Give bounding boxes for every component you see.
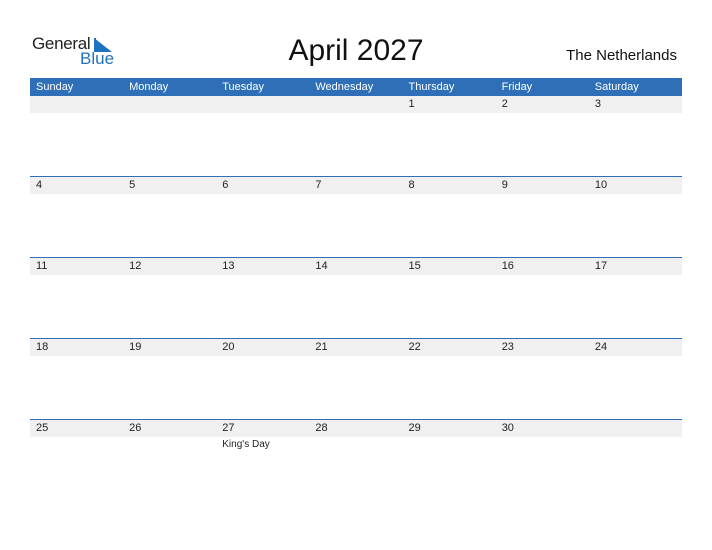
day-cell: 18 [30,339,123,420]
week-row: 18 19 20 21 22 23 24 [30,338,682,420]
day-number: 30 [501,422,514,434]
day-number: 5 [129,179,136,191]
day-number: 9 [501,179,508,191]
day-cell [216,96,309,177]
day-number: 15 [408,260,421,272]
day-number: 13 [222,260,235,272]
day-number: 26 [129,422,142,434]
day-number: 29 [408,422,421,434]
day-cell [123,96,216,177]
day-cell: 9 [496,177,589,258]
day-cell: 22 [403,339,496,420]
day-cell: 5 [123,177,216,258]
day-number: 1 [408,98,415,110]
day-number: 10 [594,179,608,191]
weekday-wednesday: Wednesday [315,81,374,93]
weekday-sunday: Sunday [36,81,74,93]
day-cell: 23 [496,339,589,420]
day-number: 14 [315,260,328,272]
weekday-thursday: Thursday [408,81,455,93]
week-row: 4 5 6 7 8 9 10 [30,176,682,258]
day-cell: 14 [309,258,402,339]
weekday-header: Sunday Monday Tuesday Wednesday Thursday… [30,78,682,96]
country-label: The Netherlands [566,47,677,64]
day-cell: 8 [403,177,496,258]
day-cell [30,96,123,177]
day-cell: 13 [216,258,309,339]
day-cell: 27 King's Day [216,420,309,501]
day-number: 18 [36,341,49,353]
day-cell: 24 [589,339,682,420]
day-cell: 26 [123,420,216,501]
day-cell: 25 [30,420,123,501]
day-cell: 15 [403,258,496,339]
day-number: 16 [501,260,514,272]
day-number: 28 [315,422,328,434]
day-number: 23 [501,341,514,353]
day-number: 25 [36,422,49,434]
day-cell: 19 [123,339,216,420]
day-number: 4 [36,179,43,191]
day-cell [309,96,402,177]
day-cell: 16 [496,258,589,339]
day-cell: 21 [309,339,402,420]
day-cell: 2 [496,96,589,177]
day-number: 11 [36,260,48,272]
day-number: 21 [315,341,328,353]
day-cell: 10 [589,177,682,258]
day-number: 24 [594,341,608,353]
day-number: 27 [222,422,235,434]
weekday-saturday: Saturday [594,81,639,93]
week-row: 1 2 3 [30,96,682,177]
day-cell: 4 [30,177,123,258]
weekday-tuesday: Tuesday [222,81,265,93]
day-number: 22 [408,341,421,353]
day-cell: 3 [589,96,682,177]
day-number: 7 [315,179,322,191]
day-cell [589,420,682,501]
day-number: 19 [129,341,142,353]
day-cell: 7 [309,177,402,258]
day-cell: 6 [216,177,309,258]
day-number: 20 [222,341,235,353]
day-cell: 11 [30,258,123,339]
week-row: 11 12 13 14 15 16 17 [30,257,682,339]
weekday-monday: Monday [129,81,169,93]
day-cell: 12 [123,258,216,339]
day-cell: 1 [403,96,496,177]
day-cell: 28 [309,420,402,501]
weekday-friday: Friday [501,81,533,93]
day-number: 2 [501,98,508,110]
day-cell: 20 [216,339,309,420]
day-cell: 29 [403,420,496,501]
holiday-label: King's Day [222,439,270,450]
day-cell: 17 [589,258,682,339]
day-number: 6 [222,179,229,191]
day-number: 8 [408,179,415,191]
week-row: 25 26 27 King's Day 28 29 30 [30,419,682,501]
day-number: 12 [129,260,142,272]
day-cell: 30 [496,420,589,501]
day-number: 3 [594,98,601,110]
day-number: 17 [594,260,608,272]
